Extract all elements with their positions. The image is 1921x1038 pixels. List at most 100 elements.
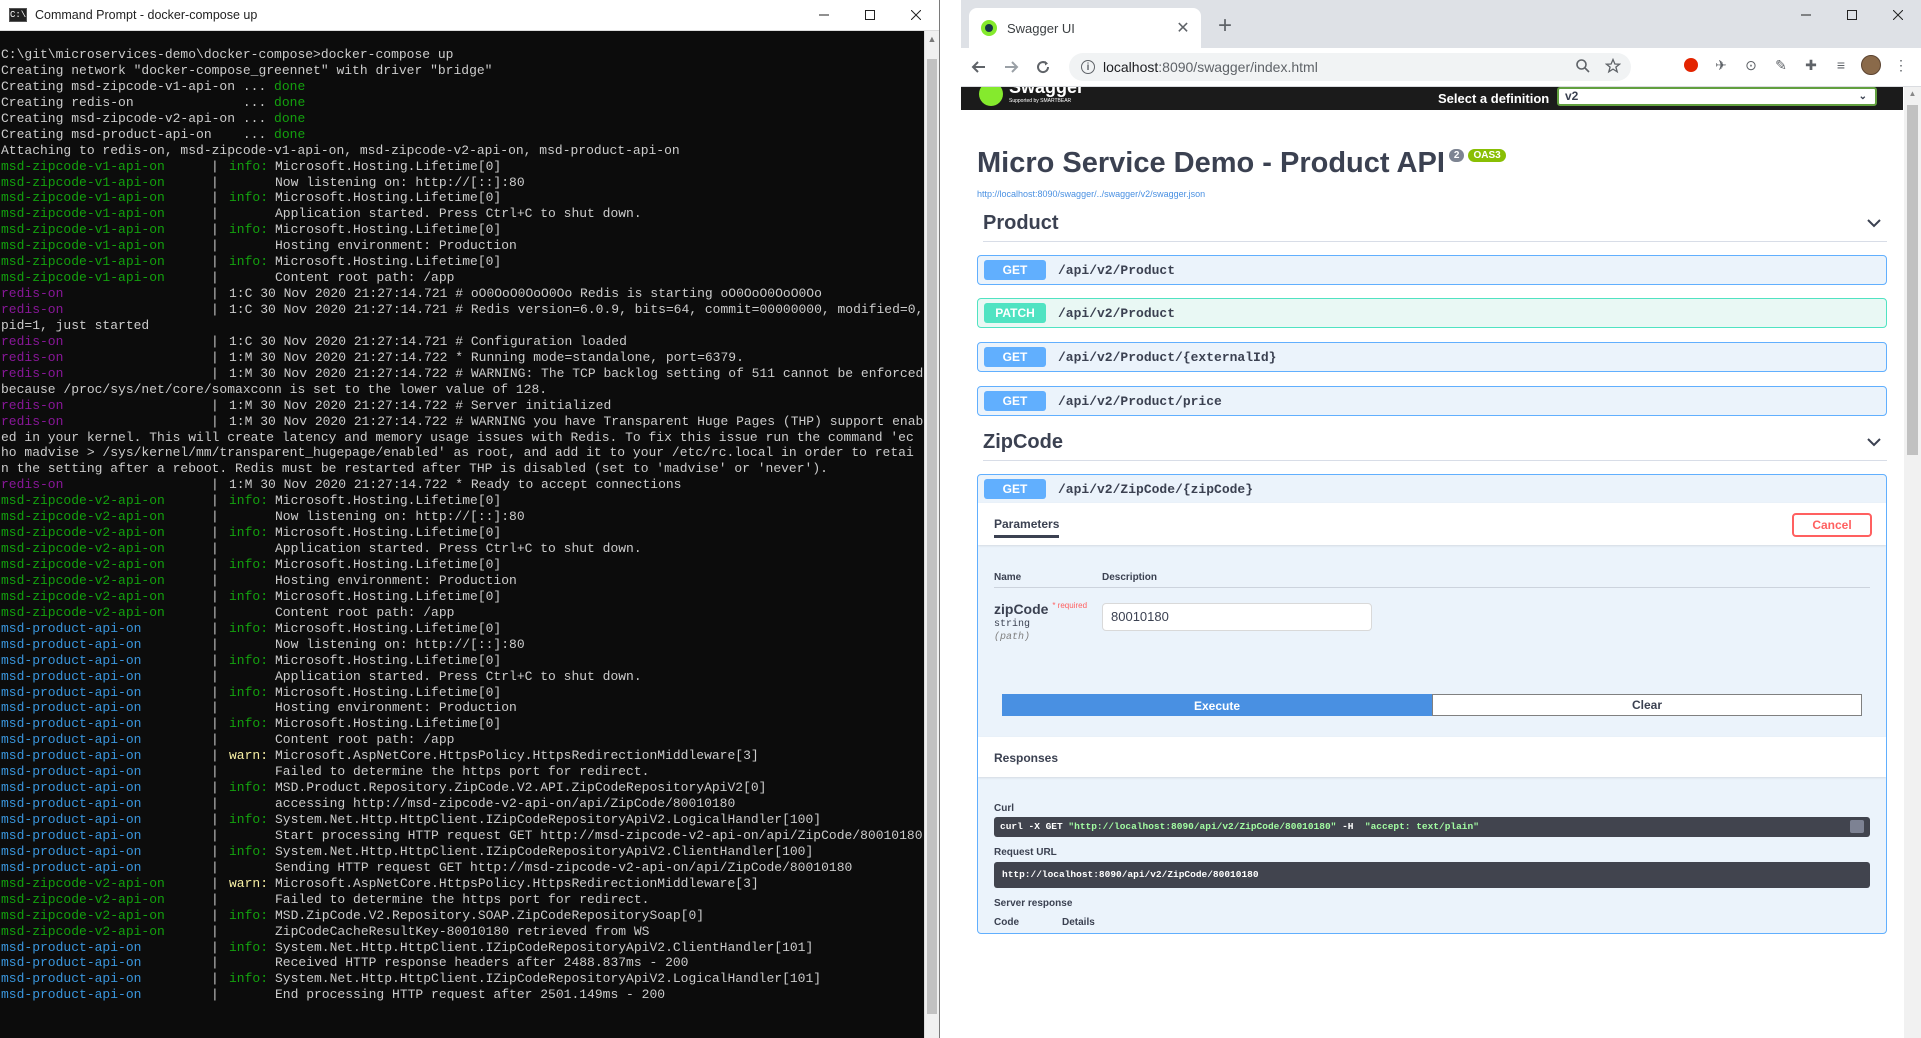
service-name: msd-zipcode-v1-api-on [1, 238, 165, 254]
console-line: msd-product-api-on | Content root path: /a… [1, 732, 931, 748]
service-name: msd-product-api-on [1, 716, 142, 732]
extension-icon[interactable]: ✎ [1769, 53, 1793, 77]
close-icon[interactable] [1875, 0, 1921, 30]
console-line: msd-zipcode-v2-api-on | info: Microsoft.Hos… [1, 589, 931, 605]
tab-close-icon[interactable]: ✕ [1171, 18, 1195, 38]
log-message: Microsoft.Hosting.Lifetime[0] [275, 716, 502, 732]
command-prompt-window[interactable]: C:\ Command Prompt - docker-compose up C… [0, 0, 940, 1038]
maximize-icon[interactable] [1829, 0, 1875, 30]
zipcode-input[interactable]: 80010180 [1102, 603, 1372, 631]
operation-get-product-externalid[interactable]: GET /api/v2/Product/{externalId} [977, 342, 1887, 372]
log-level: info: [229, 557, 269, 572]
extension-icon[interactable]: ⊙ [1739, 53, 1763, 77]
forward-icon[interactable] [997, 53, 1025, 81]
console-pipe: | [211, 636, 219, 652]
service-name: msd-product-api-on [1, 987, 142, 1003]
tab-parameters[interactable]: Parameters [994, 517, 1060, 538]
curl-command[interactable]: curl -X GET "http://localhost:8090/api/v… [994, 817, 1870, 837]
bookmark-star-icon[interactable] [1604, 57, 1622, 78]
service-name: redis-on [1, 365, 64, 381]
console-line: msd-product-api-on | info: System.Net.Http.… [1, 844, 931, 860]
log-message: Microsoft.Hosting.Lifetime[0] [275, 222, 502, 238]
extension-icon[interactable]: ✈ [1709, 53, 1733, 77]
tag-product[interactable]: Product [983, 205, 1887, 242]
new-tab-icon[interactable]: + [1211, 12, 1239, 40]
execute-button[interactable]: Execute [1002, 694, 1432, 716]
chrome-menu-icon[interactable]: ⋮ [1889, 53, 1913, 77]
console-scrollbar[interactable]: ▲ [924, 31, 939, 1038]
swagger-logo[interactable]: SwaggerSupported by SMARTBEAR [979, 87, 1084, 108]
log-message: Microsoft.Hosting.Lifetime[0] [275, 652, 502, 668]
service-name: msd-product-api-on [1, 748, 142, 764]
service-name: msd-zipcode-v1-api-on [1, 270, 165, 286]
request-url[interactable]: http://localhost:8090/api/v2/ZipCode/800… [994, 862, 1870, 888]
method-badge: PATCH [984, 303, 1046, 323]
site-info-icon[interactable]: i [1081, 60, 1095, 74]
operation-header[interactable]: GET /api/v2/ZipCode/{zipCode} [978, 475, 1886, 504]
console-status: done [274, 94, 306, 110]
url-text[interactable]: localhost:8090/swagger/index.html [1103, 59, 1631, 75]
operation-get-product-price[interactable]: GET /api/v2/Product/price [977, 386, 1887, 416]
minimize-icon[interactable] [1783, 0, 1829, 30]
chevron-down-icon[interactable] [1867, 215, 1887, 231]
maximize-icon[interactable] [847, 0, 893, 30]
adblock-extension-icon[interactable] [1679, 53, 1703, 77]
log-level: info: [229, 843, 269, 859]
console-line: redis-on | 1:M 30 Nov 2020 21:27:14.722 * … [1, 350, 931, 366]
reload-icon[interactable] [1029, 53, 1057, 81]
console-pipe: | [211, 158, 219, 174]
service-name: msd-zipcode-v2-api-on [1, 891, 165, 907]
service-name: msd-zipcode-v1-api-on [1, 254, 165, 270]
scroll-up-icon[interactable]: ▲ [1904, 89, 1921, 98]
scrollbar-thumb[interactable] [927, 59, 937, 1014]
copy-icon[interactable] [1850, 820, 1864, 833]
operation-patch-product[interactable]: PATCH /api/v2/Product [977, 298, 1887, 328]
operation-get-product[interactable]: GET /api/v2/Product [977, 255, 1887, 285]
page-scrollbar[interactable]: ▲ [1904, 87, 1921, 1038]
definition-select[interactable]: v2 ⌄ [1557, 87, 1877, 106]
scroll-up-icon[interactable]: ▲ [925, 31, 939, 48]
console-text: Attaching to redis-on, msd-zipcode-v1-ap… [1, 142, 680, 158]
service-name: msd-zipcode-v2-api-on [1, 493, 165, 509]
browser-window[interactable]: Swagger UI ✕ + i localhost:8090/swagger/… [961, 0, 1921, 1038]
console-line: msd-zipcode-v2-api-on | info: Microsoft.Hos… [1, 493, 931, 509]
console-line: because /proc/sys/net/core/somaxconn is … [1, 382, 931, 398]
reading-list-icon[interactable]: ≡ [1829, 53, 1853, 77]
log-level: info: [229, 907, 269, 923]
zoom-icon[interactable] [1575, 58, 1591, 78]
service-name: msd-zipcode-v2-api-on [1, 923, 165, 939]
console-output[interactable]: C:\git\microservices-demo\docker-compose… [0, 31, 938, 1038]
tag-zipcode[interactable]: ZipCode [983, 424, 1887, 461]
swagger-page[interactable]: SwaggerSupported by SMARTBEAR Select a d… [961, 87, 1903, 1038]
service-name: msd-zipcode-v2-api-on [1, 604, 165, 620]
address-bar[interactable]: i localhost:8090/swagger/index.html [1069, 53, 1631, 81]
parameters-table-header: Name Description [994, 567, 1870, 588]
log-message: End processing HTTP request after 2501.1… [275, 987, 666, 1003]
extensions-puzzle-icon[interactable]: ✚ [1799, 53, 1823, 77]
clear-button[interactable]: Clear [1432, 694, 1862, 716]
console-status: done [274, 110, 306, 126]
profile-avatar[interactable] [1859, 53, 1883, 77]
chevron-down-icon[interactable] [1867, 434, 1887, 450]
back-icon[interactable] [965, 53, 993, 81]
console-pipe: | [211, 875, 219, 891]
scrollbar-thumb[interactable] [1907, 105, 1918, 455]
console-pipe: | [211, 270, 219, 286]
service-name: msd-zipcode-v2-api-on [1, 588, 165, 604]
console-line: redis-on | 1:M 30 Nov 2020 21:27:14.722 # … [1, 398, 931, 414]
console-pipe: | [211, 891, 219, 907]
console-line: msd-product-api-on | Application started. … [1, 669, 931, 685]
log-message: Now listening on: http://[::]:80 [275, 174, 525, 190]
service-name: msd-zipcode-v1-api-on [1, 222, 165, 238]
oas-badge: OAS3 [1468, 149, 1506, 162]
cmd-titlebar[interactable]: C:\ Command Prompt - docker-compose up [0, 0, 939, 31]
service-name: redis-on [1, 349, 64, 365]
console-line: msd-zipcode-v2-api-on | Application starte… [1, 541, 931, 557]
cancel-button[interactable]: Cancel [1792, 513, 1872, 537]
browser-tab[interactable]: Swagger UI ✕ [969, 8, 1201, 48]
close-icon[interactable] [893, 0, 939, 30]
service-name: msd-zipcode-v2-api-on [1, 907, 165, 923]
spec-url-link[interactable]: http://localhost:8090/swagger/../swagger… [977, 189, 1205, 199]
minimize-icon[interactable] [801, 0, 847, 30]
service-name: msd-zipcode-v2-api-on [1, 875, 165, 891]
